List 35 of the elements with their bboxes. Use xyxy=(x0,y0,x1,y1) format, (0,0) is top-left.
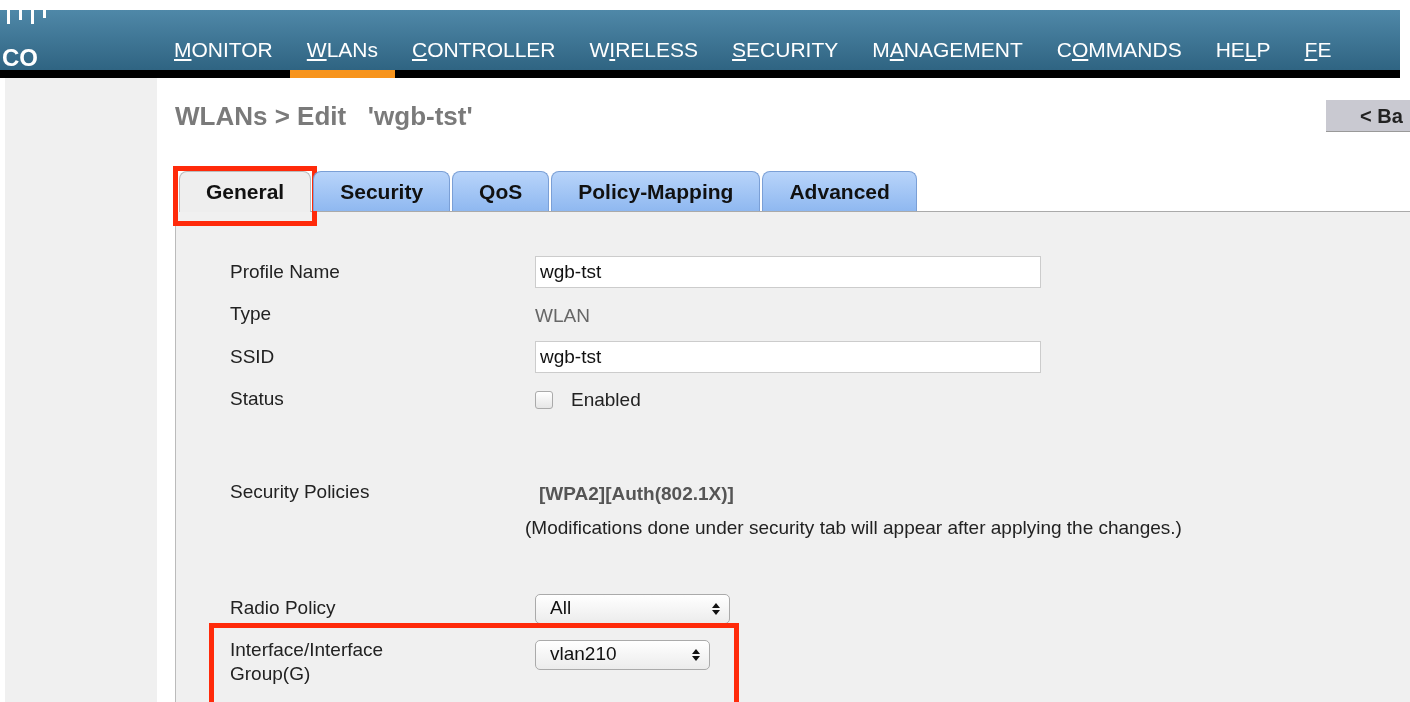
field-label: SSID xyxy=(230,344,276,369)
tab[interactable]: QoS xyxy=(452,171,550,211)
tab[interactable]: Security xyxy=(313,171,451,211)
dropdown[interactable]: All xyxy=(535,593,730,624)
dropdown[interactable]: vlan210 xyxy=(535,639,710,670)
policy-value: [WPA2][Auth(802.1X)] xyxy=(538,481,735,506)
input-field[interactable]: wgb-tst xyxy=(535,340,1041,373)
input-field[interactable]: wgb-tst xyxy=(535,256,1041,288)
policy-note: (Modifications done under security tab will appear after applying the changes.) xyxy=(525,516,1182,540)
page-title: WLANs > Edit 'wgb-tst' xyxy=(175,99,473,133)
nav-link[interactable]: FE xyxy=(1287,39,1349,78)
back-button[interactable]: < Ba xyxy=(1326,100,1410,132)
field-label: Profile Name xyxy=(230,260,341,284)
nav-link[interactable]: MANAGEMENT xyxy=(855,39,1040,78)
field-label: Type xyxy=(230,302,273,326)
checkbox[interactable] xyxy=(535,390,553,409)
field-label: Status xyxy=(230,386,285,411)
checkbox-label: Enabled xyxy=(571,387,641,412)
field-label: Radio Policy xyxy=(230,595,337,620)
nav-link[interactable]: SECURITY xyxy=(715,39,856,78)
tab[interactable]: General xyxy=(179,171,312,212)
nav-link[interactable]: HELP xyxy=(1198,39,1288,78)
updown-caret-icon xyxy=(711,601,721,616)
field-value: WLAN xyxy=(535,304,590,328)
nav-link[interactable]: CONTROLLER xyxy=(395,39,573,78)
tab[interactable]: Advanced xyxy=(762,171,917,211)
field-label: Interface/Interface Group(G) xyxy=(230,637,385,686)
logo-text: CO xyxy=(2,46,38,70)
nav-link[interactable]: WLANs xyxy=(289,39,395,78)
tab[interactable]: Policy-Mapping xyxy=(551,171,761,211)
nav-link[interactable]: MONITOR xyxy=(170,39,290,78)
updown-caret-icon xyxy=(691,647,701,662)
field-label: Security Policies xyxy=(230,479,371,504)
nav-link[interactable]: COMMANDS xyxy=(1039,39,1199,78)
nav-link[interactable]: WIRELESS xyxy=(572,39,716,78)
